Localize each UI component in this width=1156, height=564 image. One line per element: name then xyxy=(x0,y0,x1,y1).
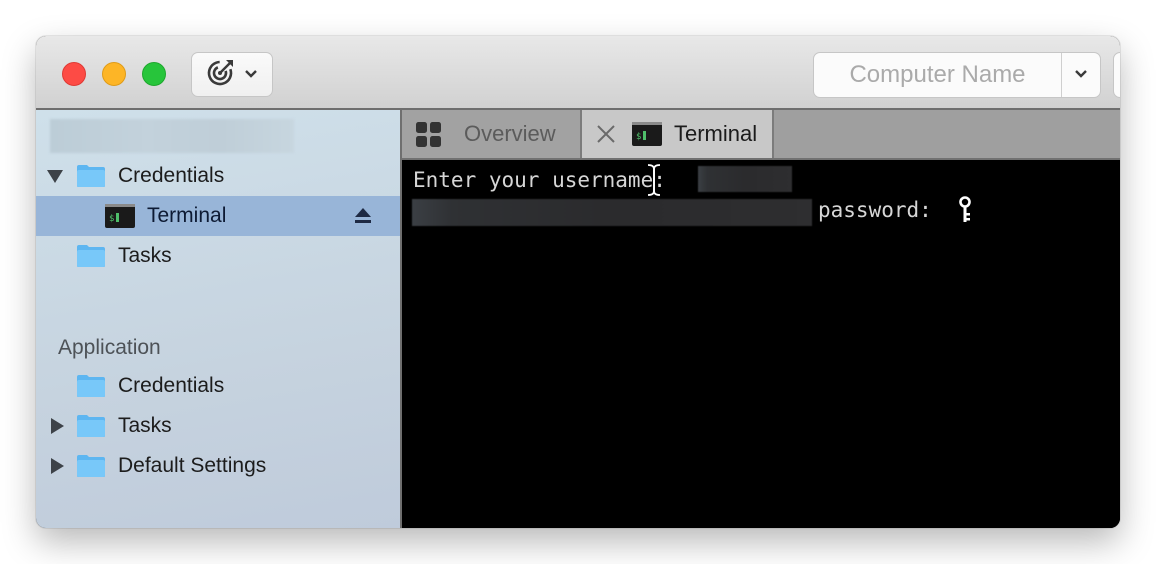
username-prompt: Enter your username: xyxy=(413,168,666,192)
terminal-icon: $ xyxy=(105,204,135,234)
folder-icon xyxy=(76,414,106,438)
chevron-down-icon xyxy=(244,66,258,84)
target-arrow-icon xyxy=(206,57,236,92)
tab-label: Overview xyxy=(464,121,556,146)
computer-name-combobox[interactable]: Computer Name xyxy=(813,52,1101,98)
sidebar-item-tasks[interactable]: Tasks xyxy=(36,236,400,276)
sidebar-item-label: Tasks xyxy=(118,244,172,267)
sidebar-item-app-tasks[interactable]: Tasks xyxy=(36,406,400,446)
sidebar: Credentials $ Terminal Tasks Application xyxy=(36,110,402,528)
disclosure-triangle-down-icon[interactable] xyxy=(46,167,64,185)
terminal-icon: $ xyxy=(632,122,662,152)
sidebar-item-label: Credentials xyxy=(118,374,225,397)
sidebar-item-label: Credentials xyxy=(118,164,225,187)
account-name-redacted xyxy=(50,119,294,153)
content-area: Overview $ Terminal Enter your username:… xyxy=(402,110,1120,528)
folder-icon xyxy=(76,374,106,398)
password-prefix-redacted xyxy=(412,199,812,226)
svg-text:$: $ xyxy=(109,214,114,224)
disclosure-triangle-right-icon[interactable] xyxy=(48,417,66,435)
chevron-down-icon xyxy=(1074,66,1088,84)
close-icon[interactable] xyxy=(596,124,616,150)
action-menu-button[interactable] xyxy=(191,52,273,97)
tab-terminal[interactable]: $ Terminal xyxy=(582,110,774,158)
folder-icon xyxy=(76,244,106,268)
eject-icon[interactable] xyxy=(354,206,372,230)
sidebar-item-credentials[interactable]: Credentials xyxy=(36,156,400,196)
minimize-window-button[interactable] xyxy=(102,62,126,86)
sidebar-item-label: Terminal xyxy=(147,204,227,227)
zoom-window-button[interactable] xyxy=(142,62,166,86)
sidebar-item-app-credentials[interactable]: Credentials xyxy=(36,366,400,406)
disclosure-triangle-right-icon[interactable] xyxy=(48,457,66,475)
text-cursor-ibeam-icon xyxy=(647,164,661,201)
svg-text:$: $ xyxy=(636,132,641,142)
close-window-button[interactable] xyxy=(62,62,86,86)
toolbar-overflow-button[interactable] xyxy=(1113,52,1120,98)
terminal-view[interactable]: Enter your username: password: xyxy=(402,160,1120,528)
sidebar-item-default-settings[interactable]: Default Settings xyxy=(36,446,400,486)
password-prompt: password: xyxy=(818,198,932,222)
folder-icon xyxy=(76,164,106,188)
app-window: Computer Name Credentials $ Terminal Tas… xyxy=(36,36,1120,528)
username-value-redacted xyxy=(698,166,792,192)
computer-name-input[interactable]: Computer Name xyxy=(814,53,1062,97)
tab-label: Terminal xyxy=(674,121,758,146)
sidebar-item-terminal[interactable]: $ Terminal xyxy=(36,196,400,236)
toolbar: Computer Name xyxy=(36,36,1120,110)
key-icon xyxy=(958,196,972,229)
section-header-application: Application xyxy=(58,336,161,359)
computer-name-dropdown-button[interactable] xyxy=(1062,53,1100,97)
tab-overview[interactable]: Overview xyxy=(402,110,582,158)
grid-icon xyxy=(416,122,442,154)
sidebar-item-label: Default Settings xyxy=(118,454,267,477)
tab-bar: Overview $ Terminal xyxy=(402,110,1120,160)
sidebar-item-label: Tasks xyxy=(118,414,172,437)
folder-icon xyxy=(76,454,106,478)
